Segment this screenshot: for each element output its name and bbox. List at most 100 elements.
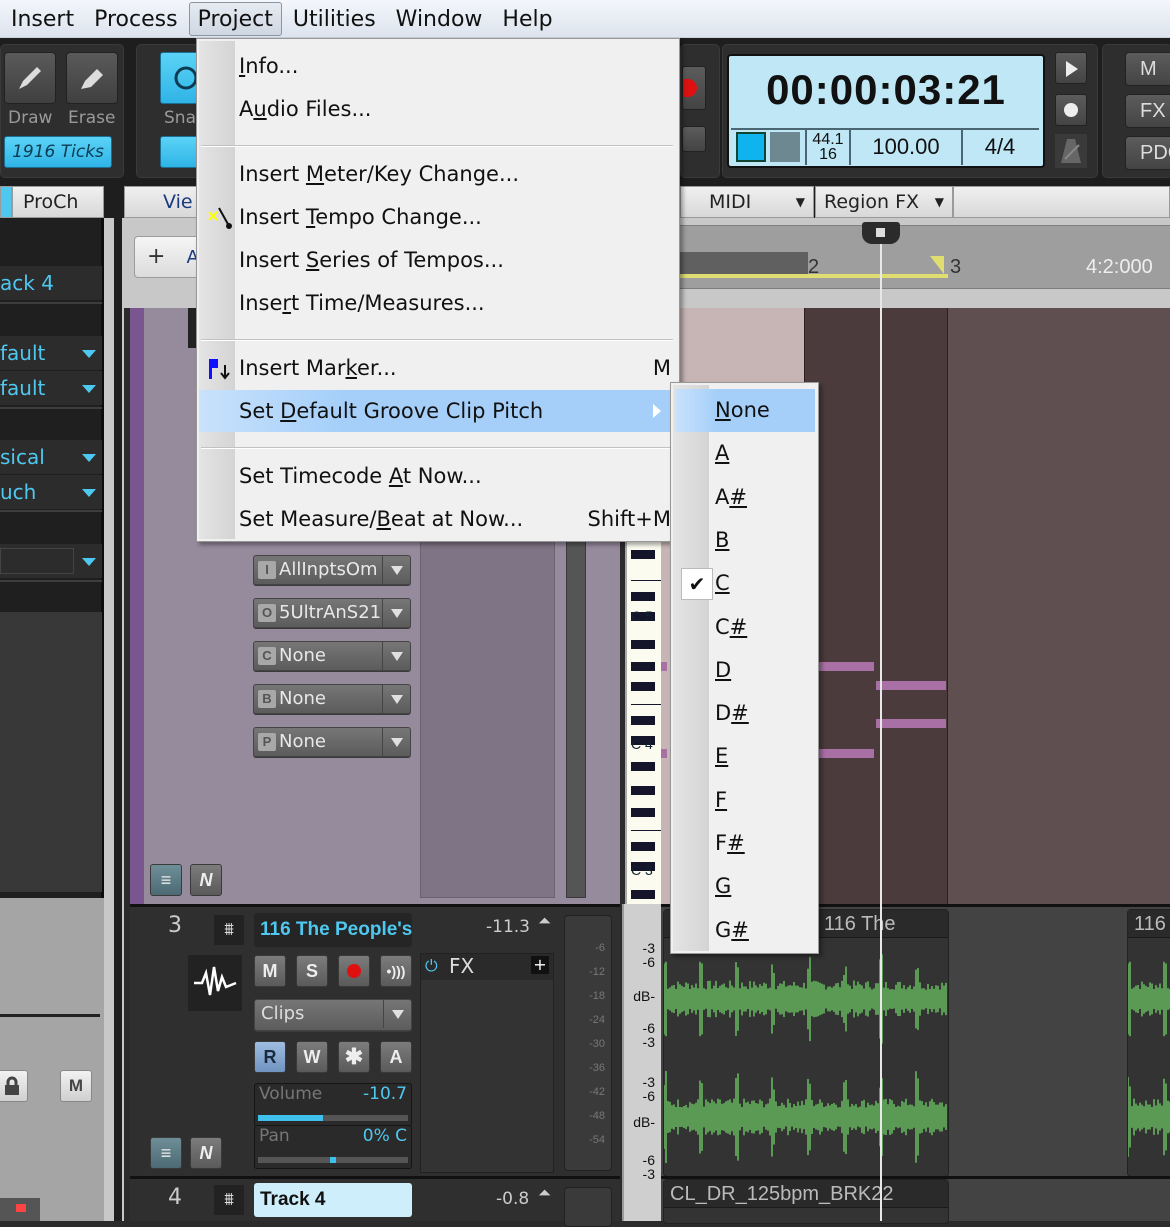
pan-slider[interactable]: Pan 0% C (254, 1125, 412, 1169)
track-name-field[interactable]: 116 The People's (254, 913, 412, 947)
archive-button[interactable]: A (380, 1041, 412, 1073)
tab-prochannel[interactable]: ProCh (12, 186, 104, 218)
pitch-option-f-sharp[interactable]: F# (675, 822, 815, 865)
volume-slider[interactable]: Volume -10.7 (254, 1083, 412, 1127)
now-time-display[interactable]: 00:00:03:21 44.1 16 100.00 4/4 (727, 54, 1045, 168)
pitch-option-c-sharp[interactable]: C# (675, 606, 815, 649)
mute-button[interactable]: M (254, 955, 286, 987)
track-name-field[interactable]: Track 4 (254, 1183, 412, 1217)
menu-window[interactable]: Window (387, 2, 492, 36)
pitch-option-a-sharp[interactable]: A# (675, 476, 815, 519)
inspector-row[interactable]: fault (0, 336, 102, 370)
menu-project[interactable]: Project (188, 1, 282, 36)
meter-value[interactable]: 4/4 (963, 129, 1037, 165)
audio-clip[interactable]: CL_DR_125bpm_BRK22 (663, 1179, 949, 1224)
record-small-button[interactable] (1055, 94, 1087, 126)
menu-item-audio-files[interactable]: Audio Files... (199, 88, 675, 130)
inspector-mute-button[interactable]: M (60, 1070, 92, 1102)
track-mode-select[interactable]: Clips (254, 999, 412, 1031)
menu-process[interactable]: Process (85, 2, 186, 36)
midi-note[interactable] (876, 719, 946, 728)
tab-track-active[interactable] (0, 186, 12, 218)
midi-note[interactable] (661, 662, 667, 671)
mute-all-button[interactable]: M (1125, 52, 1170, 86)
audio-clip[interactable]: 116 (1127, 909, 1170, 1177)
pitch-option-c[interactable]: ✔ C (675, 562, 815, 605)
pitch-option-g[interactable]: G (675, 865, 815, 908)
input-echo-button[interactable]: •))) (380, 955, 412, 987)
record-button[interactable] (682, 66, 706, 110)
expand-icon[interactable]: ⏶ (538, 911, 551, 931)
pan-thumb[interactable] (330, 1157, 336, 1163)
pdc-button[interactable]: PDC (1125, 136, 1170, 170)
region-fx-menu[interactable]: Region FX ▼ (815, 186, 953, 218)
pitch-option-none[interactable]: None (675, 389, 815, 432)
menu-utilities[interactable]: Utilities (284, 2, 385, 36)
tempo-value[interactable]: 100.00 (851, 129, 963, 165)
automation-write-button[interactable]: W (296, 1041, 328, 1073)
solo-button[interactable]: S (296, 955, 328, 987)
power-icon[interactable]: ⏻ (425, 956, 438, 976)
inspector-row[interactable]: uch (0, 475, 102, 509)
track-type-icon[interactable]: ⩩ (214, 915, 244, 945)
lock-button[interactable] (0, 1070, 28, 1102)
track-4-clips-lane[interactable]: CL_DR_125bpm_BRK22 (661, 1176, 1170, 1224)
midi-note[interactable] (818, 662, 874, 671)
track-view-toggle[interactable]: ≡ (150, 864, 182, 896)
midi-note[interactable] (661, 749, 667, 758)
erase-tool-button[interactable] (66, 52, 118, 104)
pitch-option-f[interactable]: F (675, 779, 815, 822)
pitch-option-d-sharp[interactable]: D# (675, 692, 815, 735)
tab-view[interactable]: Vie (124, 186, 204, 218)
audio-engine-icon[interactable] (736, 132, 766, 162)
piano-keyboard[interactable]: C 5 C 4 C 3 (625, 540, 661, 904)
inspector-row[interactable]: fault (0, 371, 102, 405)
add-fx-icon[interactable]: + (531, 956, 549, 974)
selection-end-marker[interactable] (930, 256, 944, 274)
menu-item-info[interactable]: Info... (199, 45, 675, 87)
patch-select[interactable]: P None (253, 727, 411, 757)
freeze-button[interactable]: ✱ (338, 1041, 370, 1073)
menu-item-set-measure-beat-at-now[interactable]: Set Measure/Beat at Now... Shift+M (199, 498, 675, 540)
time-ruler[interactable]: 2 3 4:2:000 (678, 225, 1170, 289)
metronome-button[interactable] (1055, 134, 1087, 168)
menu-item-insert-meter-key-change[interactable]: Insert Meter/Key Change... (199, 153, 675, 195)
expand-icon[interactable]: ⏶ (538, 1183, 551, 1203)
menu-item-set-default-groove-clip-pitch[interactable]: Set Default Groove Clip Pitch (199, 390, 675, 432)
fx-bypass-button[interactable]: FX (1125, 94, 1170, 128)
play-button[interactable] (1055, 52, 1087, 84)
midi-menu[interactable]: MIDI ▼ (680, 186, 814, 218)
menu-item-set-timecode-at-now[interactable]: Set Timecode At Now... (199, 455, 675, 497)
inspector-row[interactable]: sical (0, 440, 102, 474)
channel-select[interactable]: C None (253, 641, 411, 671)
go-to-end-button[interactable] (682, 126, 706, 152)
midi-note[interactable] (876, 681, 946, 690)
menu-item-insert-time-measures[interactable]: Insert Time/Measures... (199, 282, 675, 324)
track-type-icon[interactable]: ⩩ (214, 1185, 244, 1215)
draw-tool-button[interactable] (4, 52, 56, 104)
automation-read-button[interactable]: R (254, 1041, 286, 1073)
midi-panic-icon[interactable] (770, 132, 800, 162)
input-select[interactable]: I AllInptsOm (253, 555, 411, 585)
inspector-track-name[interactable]: ack 4 (0, 266, 102, 300)
record-arm-button[interactable] (338, 955, 370, 987)
menu-help[interactable]: Help (493, 2, 561, 36)
output-select[interactable]: O 5UltrAnS21 (253, 598, 411, 628)
menu-item-insert-tempo-change[interactable]: Insert Tempo Change... (199, 196, 675, 238)
snap-grid-button[interactable] (160, 52, 200, 104)
fx-bin[interactable]: ⏻ FX + (420, 953, 554, 1173)
automation-lane-button[interactable]: N (190, 864, 222, 896)
menu-item-insert-marker[interactable]: Insert Marker... M (199, 347, 675, 389)
now-marker-handle[interactable] (862, 222, 900, 244)
menu-item-insert-series-of-tempos[interactable]: Insert Series of Tempos... (199, 239, 675, 281)
inspector-row-empty[interactable] (0, 544, 102, 578)
pitch-option-d[interactable]: D (675, 649, 815, 692)
bank-select[interactable]: B None (253, 684, 411, 714)
snap-mode-button[interactable] (160, 136, 200, 168)
automation-lane-button[interactable]: N (190, 1137, 222, 1169)
pitch-option-a[interactable]: A (675, 432, 815, 475)
pitch-option-e[interactable]: E (675, 735, 815, 778)
snap-resolution-button[interactable]: 1916 Ticks (4, 136, 112, 168)
menu-insert[interactable]: Insert (2, 2, 83, 36)
pitch-option-g-sharp[interactable]: G# (675, 909, 815, 952)
